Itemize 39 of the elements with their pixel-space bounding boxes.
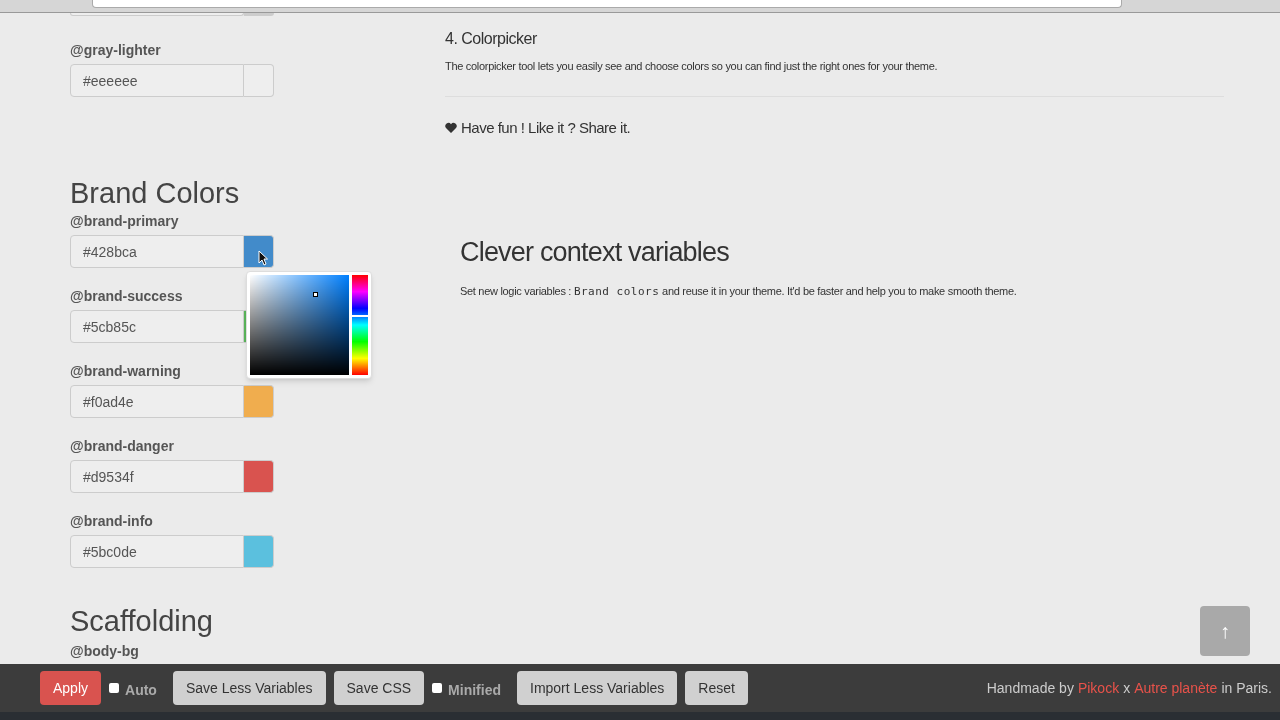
feature-description: The colorpicker tool lets you easily see and choose colors so you can find just the right ones for your theme.: [445, 59, 939, 74]
hue-slider-handle[interactable]: [352, 315, 369, 317]
credit-text: in Paris.: [1221, 678, 1272, 698]
credit-text: x: [1123, 678, 1131, 698]
section-heading: Brand Colors: [70, 176, 240, 211]
picker-marker-icon: [313, 292, 318, 297]
toolbar-button[interactable]: Import Less Variables: [517, 671, 678, 705]
section-heading: Scaffolding: [70, 604, 213, 639]
color-input-field[interactable]: #5bc0de: [70, 535, 244, 568]
color-input-field[interactable]: #5cb85c: [70, 310, 244, 343]
variable-label: @brand-success: [70, 287, 183, 306]
checkbox[interactable]: [109, 683, 120, 693]
saturation-value-area[interactable]: [250, 275, 350, 375]
variable-label: @brand-warning: [70, 362, 181, 381]
share-message: Have fun ! Like it ? Share it.: [461, 118, 631, 138]
toolbar-button[interactable]: Reset: [685, 671, 748, 705]
color-input-field[interactable]: #d9534f: [70, 460, 244, 493]
variable-label: @brand-danger: [70, 437, 174, 456]
apply-button[interactable]: Apply: [40, 671, 102, 705]
checkbox[interactable]: [432, 683, 443, 693]
mouse-pointer-icon: [258, 250, 268, 266]
section-heading: Clever context variables: [460, 235, 730, 269]
toolbar-button[interactable]: Save CSS: [333, 671, 425, 705]
variable-label: @brand-info: [70, 512, 153, 531]
hue-slider[interactable]: [352, 275, 368, 375]
toolbar-button[interactable]: Save Less Variables: [172, 671, 326, 705]
feature-title: 4. Colorpicker: [445, 29, 538, 49]
checkbox-label: Auto: [125, 680, 157, 700]
color-input-field[interactable]: #428bca: [70, 235, 244, 268]
color-input-field[interactable]: #f0ad4e: [70, 385, 244, 418]
variable-label: @body-bg: [70, 642, 139, 660]
checkbox-label: Minified: [448, 680, 501, 700]
variable-label: @brand-primary: [70, 212, 179, 231]
credit-text: Handmade by: [986, 678, 1074, 698]
heart-icon: [445, 122, 457, 135]
variable-label: @gray-lighter: [70, 41, 161, 60]
color-input-field[interactable]: #eeeeee: [70, 64, 244, 97]
context-description: Set new logic variables : Brand colors and reuse it in your theme. It'd be faster and help you to make smooth theme.: [460, 283, 1018, 300]
color-picker-popup[interactable]: [246, 271, 372, 379]
